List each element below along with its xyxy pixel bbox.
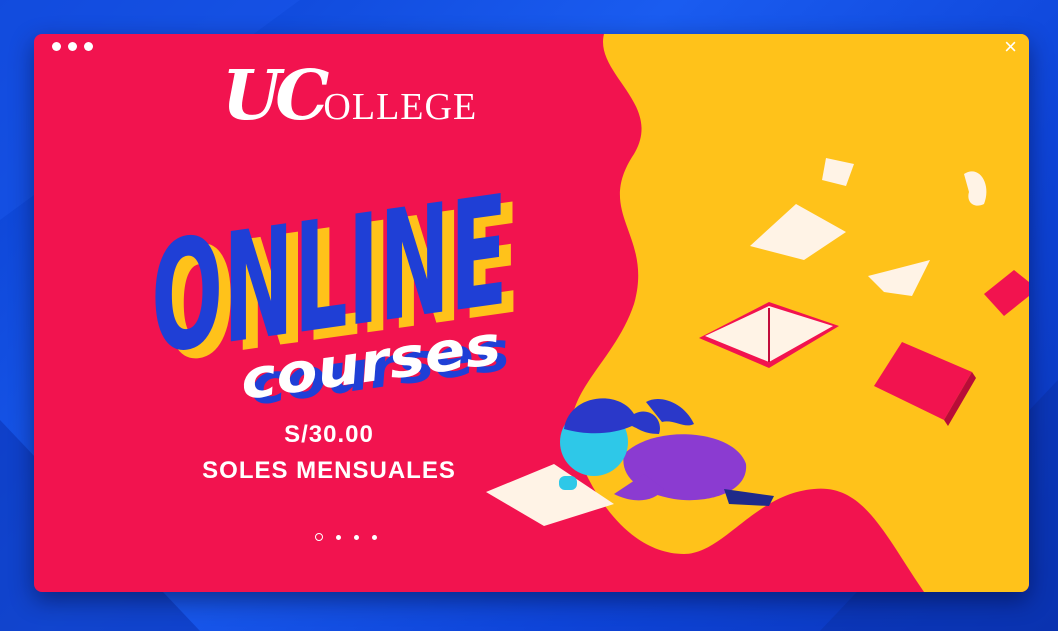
headline: ONLINE ONLINE courses courses: [151, 162, 519, 418]
window-dot[interactable]: [84, 42, 93, 51]
price-amount: S/30.00: [284, 421, 374, 448]
window-dot[interactable]: [68, 42, 77, 51]
carousel-dot[interactable]: [336, 534, 341, 540]
close-icon[interactable]: ×: [1004, 36, 1017, 58]
carousel-dot[interactable]: [354, 534, 359, 540]
promo-window: × UCOLLEGE ONLINE ONLINE courses courses…: [34, 34, 1029, 592]
price-period: SOLES MENSUALES: [202, 457, 456, 484]
carousel-dot[interactable]: [372, 534, 377, 540]
window-controls: [52, 42, 93, 51]
window-dot[interactable]: [52, 42, 61, 51]
brand-name-rest: OLLEGE: [323, 86, 478, 128]
price-block: S/30.00 SOLES MENSUALES: [184, 417, 474, 489]
carousel-dot-active[interactable]: [315, 533, 323, 541]
carousel-indicators: [315, 533, 377, 541]
